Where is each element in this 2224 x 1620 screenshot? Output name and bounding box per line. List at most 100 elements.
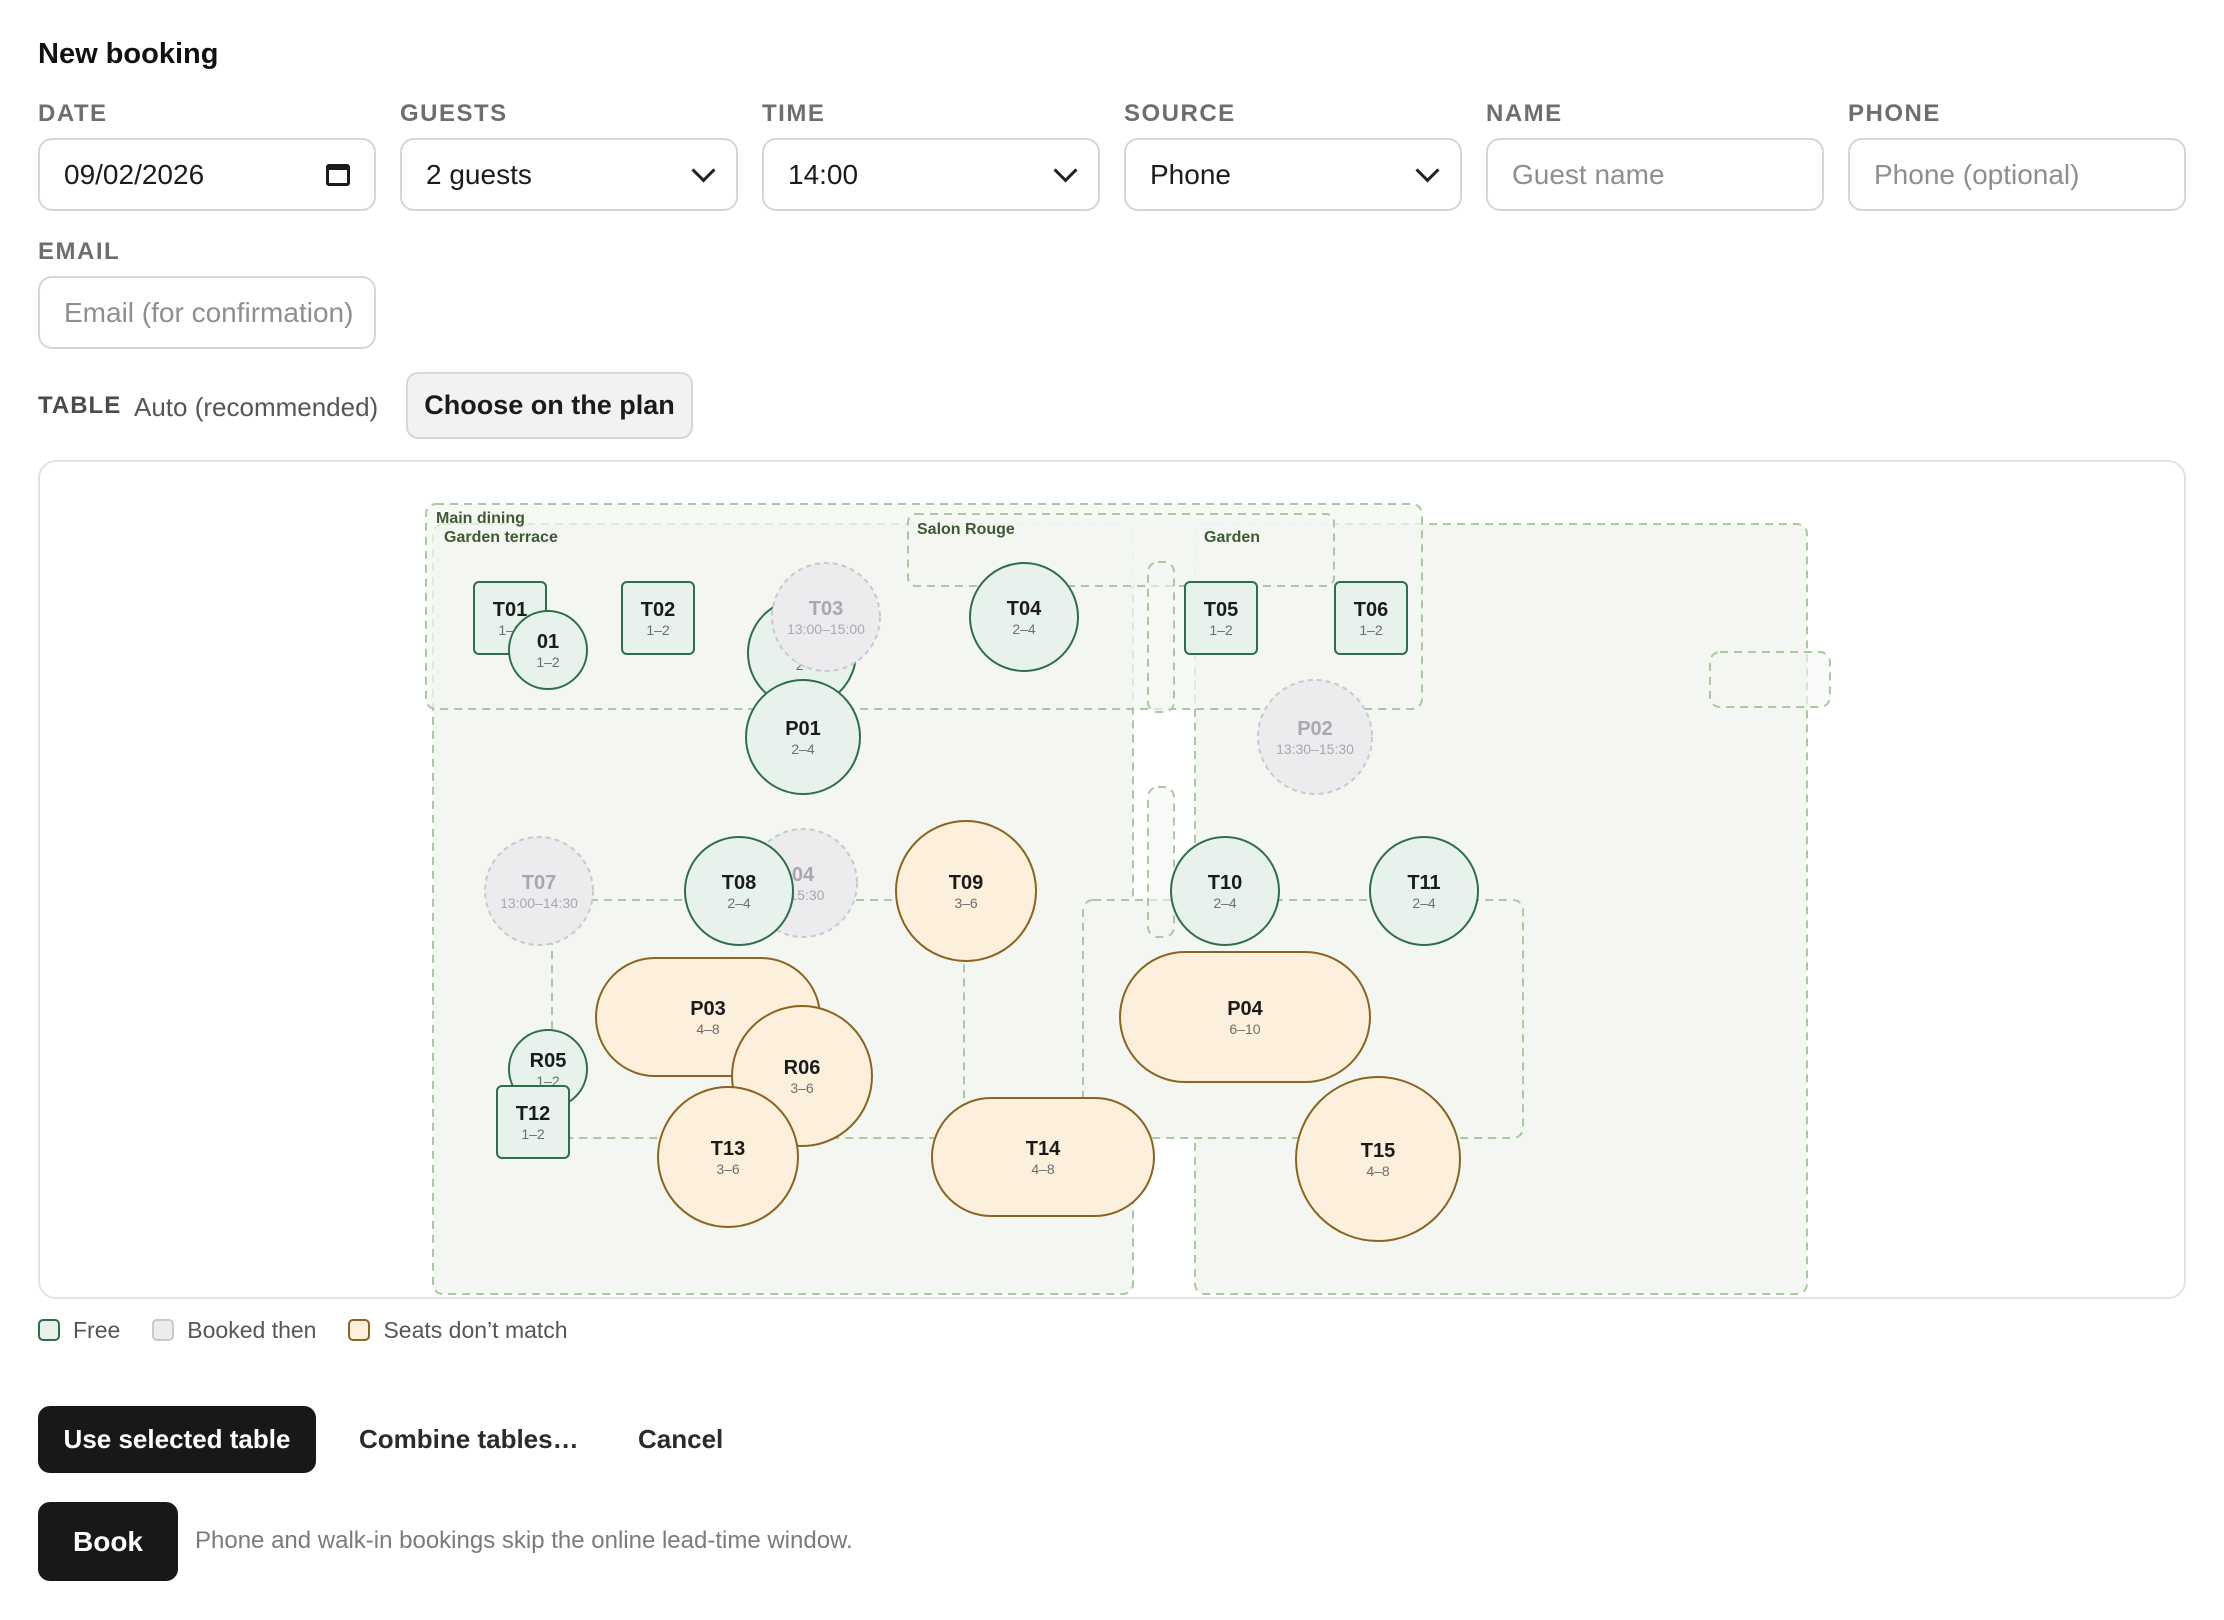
legend-booked: Booked then [152, 1317, 316, 1344]
book-button[interactable]: Book [38, 1502, 178, 1581]
guest-name-input[interactable]: Guest name [1486, 138, 1824, 211]
zone-area [1147, 561, 1175, 713]
table-id-label: P02 [1297, 718, 1333, 740]
zone-label: Garden terrace [444, 529, 558, 546]
legend-mismatch-label: Seats don’t match [383, 1316, 568, 1343]
table-t04[interactable]: T042–4 [969, 562, 1079, 672]
table-p04[interactable]: P046–10 [1119, 951, 1371, 1083]
table-seats-label: 4–8 [696, 1021, 720, 1037]
table-id-label: R06 [784, 1057, 821, 1079]
table-seats-label: 1–2 [1359, 622, 1383, 638]
table-seats-label: 2–4 [1412, 895, 1436, 911]
plan-legend: Free Booked then Seats don’t match [38, 1316, 600, 1344]
use-selected-table-button[interactable]: Use selected table [38, 1406, 316, 1473]
table-id-label: T11 [1407, 872, 1440, 894]
table-seats-label: 13:00–14:30 [500, 895, 578, 911]
table-r01[interactable]: 011–2 [508, 610, 588, 690]
table-id-label: 04 [792, 864, 815, 886]
table-id-label: T01 [493, 599, 527, 621]
table-t09[interactable]: T093–6 [895, 820, 1037, 962]
legend-booked-label: Booked then [187, 1316, 317, 1343]
source-value: Phone [1150, 158, 1231, 190]
table-seats-label: 2–4 [727, 895, 751, 911]
table-seats-label: 4–8 [1366, 1163, 1390, 1179]
table-seats-label: 4–8 [1031, 1161, 1055, 1177]
email-label: EMAIL [38, 238, 121, 265]
choose-on-plan-button[interactable]: Choose on the plan [406, 372, 693, 439]
floor-plan-canvas: Main dining Garden terrace Salon Rouge Gard… [425, 503, 1831, 1295]
table-t11[interactable]: T112–4 [1369, 836, 1479, 946]
table-seats-label: 6–10 [1229, 1021, 1260, 1037]
zone-label: Garden [1204, 529, 1260, 546]
date-label: DATE [38, 100, 108, 127]
booking-page: New booking DATE GUESTS TIME SOURCE NAME… [0, 0, 2224, 1620]
guests-value: 2 guests [426, 158, 532, 190]
table-seats-label: 3–6 [716, 1161, 740, 1177]
calendar-icon[interactable] [326, 163, 350, 186]
table-t13[interactable]: T133–6 [657, 1086, 799, 1228]
table-label: TABLE [38, 392, 122, 419]
table-id-label: T14 [1026, 1138, 1061, 1160]
table-id-label: T15 [1361, 1140, 1395, 1162]
table-seats-label: 3–6 [954, 895, 978, 911]
zone-area [1147, 786, 1175, 938]
guests-select[interactable]: 2 guests [400, 138, 738, 211]
table-id-label: P03 [690, 998, 726, 1020]
table-t03: T0313:00–15:00 [771, 562, 881, 672]
chevron-down-icon [1053, 158, 1078, 183]
table-t10[interactable]: T102–4 [1170, 836, 1280, 946]
table-id-label: T02 [641, 599, 675, 621]
table-id-label: T09 [949, 872, 983, 894]
email-input[interactable]: Email (for confirmation) [38, 276, 376, 349]
table-seats-label: 3–6 [790, 1080, 814, 1096]
date-value: 09/02/2026 [64, 158, 205, 190]
chevron-down-icon [1415, 158, 1440, 183]
table-seats-label: 1–2 [1209, 622, 1233, 638]
phone-label: PHONE [1848, 100, 1941, 127]
table-auto-value: Auto (recommended) [134, 392, 379, 422]
time-select[interactable]: 14:00 [762, 138, 1100, 211]
table-id-label: T12 [516, 1103, 550, 1125]
floor-plan: Main dining Garden terrace Salon Rouge Gard… [38, 460, 2186, 1299]
combine-tables-button[interactable]: Combine tables… [359, 1406, 579, 1473]
zone-label: Salon Rouge [917, 521, 1015, 538]
time-value: 14:00 [788, 158, 859, 190]
legend-mismatch-swatch [348, 1319, 371, 1341]
page-title: New booking [38, 38, 219, 70]
table-id-label: T07 [522, 872, 556, 894]
table-seats-label: 2–4 [1213, 895, 1237, 911]
table-id-label: T03 [809, 598, 843, 620]
table-id-label: T08 [722, 872, 756, 894]
table-id-label: T06 [1354, 599, 1388, 621]
table-id-label: T13 [711, 1138, 745, 1160]
table-seats-label: 2–4 [791, 741, 815, 757]
zone-area [1709, 651, 1831, 708]
table-t02[interactable]: T021–2 [621, 581, 695, 655]
table-seats-label: 1–2 [646, 622, 670, 638]
table-seats-label: 13:30–15:30 [1276, 741, 1354, 757]
date-input[interactable]: 09/02/2026 [38, 138, 376, 211]
table-t14[interactable]: T144–8 [931, 1097, 1155, 1217]
table-t05[interactable]: T051–2 [1184, 581, 1258, 655]
legend-free-swatch [38, 1319, 60, 1341]
table-t12[interactable]: T121–2 [496, 1085, 570, 1159]
phone-input[interactable]: Phone (optional) [1848, 138, 2186, 211]
table-seats-label: 1–2 [521, 1126, 545, 1142]
zone-label: Main dining [436, 510, 525, 527]
source-label: SOURCE [1124, 100, 1236, 127]
table-t06[interactable]: T061–2 [1334, 581, 1408, 655]
cancel-button[interactable]: Cancel [638, 1406, 723, 1473]
table-p01[interactable]: P012–4 [745, 679, 861, 795]
table-id-label: 01 [537, 631, 559, 653]
table-t15[interactable]: T154–8 [1295, 1076, 1461, 1242]
legend-free-label: Free [73, 1316, 121, 1343]
guests-label: GUESTS [400, 100, 508, 127]
legend-free: Free [38, 1317, 120, 1344]
source-select[interactable]: Phone [1124, 138, 1462, 211]
name-label: NAME [1486, 100, 1563, 127]
chevron-down-icon [691, 158, 716, 183]
table-seats-label: 13:00–15:00 [787, 621, 865, 637]
table-id-label: T04 [1007, 598, 1042, 620]
table-t08[interactable]: T082–4 [684, 836, 794, 946]
table-seats-label: 2–4 [1012, 621, 1036, 637]
